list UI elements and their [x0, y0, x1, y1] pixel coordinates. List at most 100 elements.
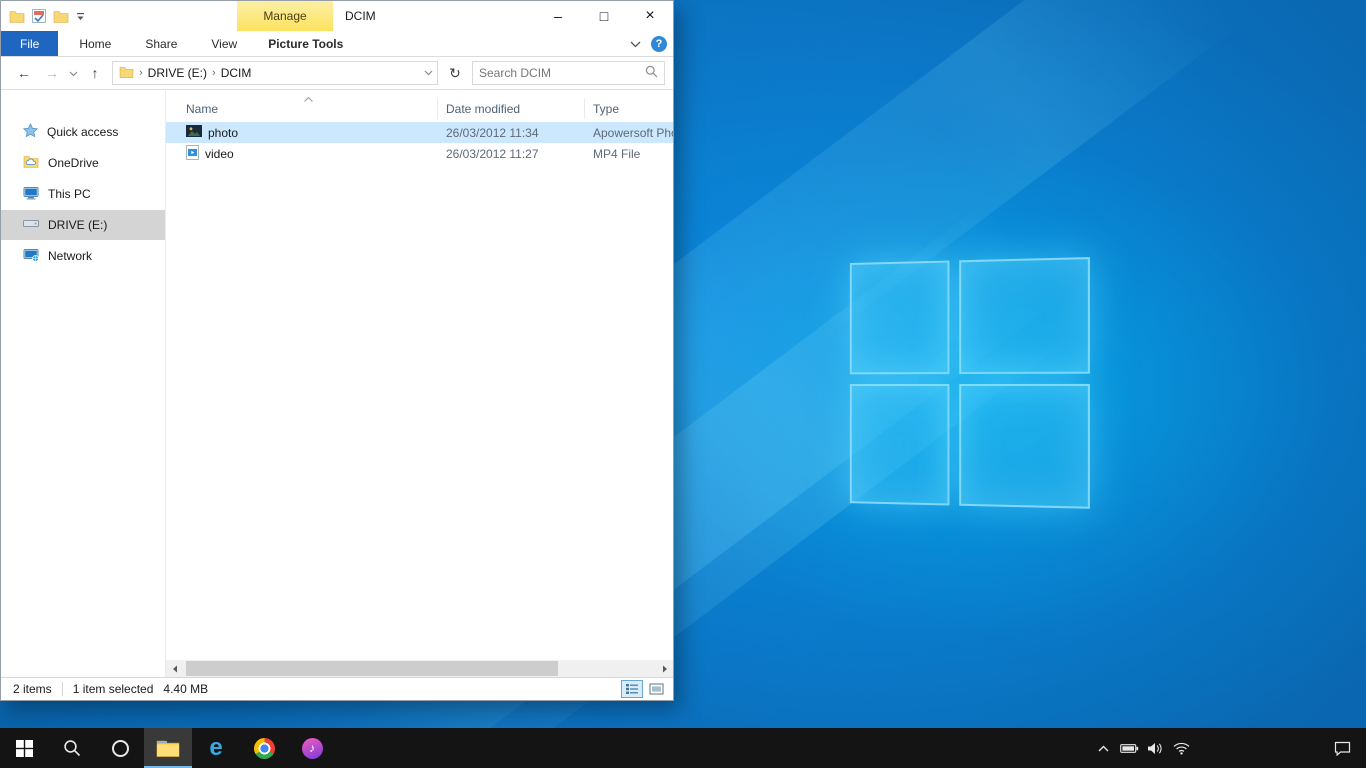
windows-logo-pane: [959, 384, 1090, 509]
breadcrumb-drive[interactable]: DRIVE (E:): [148, 66, 207, 80]
tab-home[interactable]: Home: [62, 31, 128, 56]
chrome-button[interactable]: [240, 728, 288, 768]
file-name: video: [205, 147, 234, 161]
taskbar-search-button[interactable]: [48, 728, 96, 768]
status-divider: [62, 682, 63, 696]
caption-buttons: – □ ×: [535, 1, 673, 31]
show-hidden-icons-button[interactable]: [1090, 728, 1116, 768]
star-icon: [23, 123, 38, 141]
action-center-button[interactable]: [1322, 728, 1362, 768]
ribbon-tabs: File Home Share View Picture Tools ?: [1, 31, 673, 57]
scrollbar-thumb[interactable]: [186, 661, 558, 676]
sidebar-item-label: DRIVE (E:): [48, 218, 107, 232]
file-type: Apowersoft Photo: [585, 126, 673, 140]
wifi-icon[interactable]: [1168, 728, 1194, 768]
volume-icon[interactable]: [1142, 728, 1168, 768]
sidebar-item-this-pc[interactable]: This PC: [1, 179, 165, 209]
itunes-button[interactable]: ♪: [288, 728, 336, 768]
properties-icon[interactable]: [32, 9, 46, 23]
view-toggles: [621, 680, 667, 698]
window-body: Quick access OneDrive This PC DRIVE (E:): [1, 90, 673, 677]
windows-logo-pane: [959, 257, 1090, 374]
column-header-name[interactable]: Name: [166, 99, 438, 119]
address-bar[interactable]: › DRIVE (E:) › DCIM: [112, 61, 438, 85]
window-title: DCIM: [345, 1, 376, 31]
help-button[interactable]: ?: [651, 36, 667, 52]
column-header-type[interactable]: Type: [585, 99, 673, 119]
file-date-modified: 26/03/2012 11:34: [438, 126, 585, 140]
up-button[interactable]: ↑: [84, 65, 106, 81]
location-folder-icon: [119, 66, 134, 81]
recent-locations-chevron-icon[interactable]: [69, 66, 78, 80]
start-button[interactable]: [0, 728, 48, 768]
chrome-icon: [254, 738, 275, 759]
sidebar-item-network[interactable]: Network: [1, 241, 165, 271]
sort-ascending-icon[interactable]: [304, 91, 313, 105]
tab-file[interactable]: File: [1, 31, 58, 56]
address-bar-row: ← → ↑ › DRIVE (E:) › DCIM ↻: [1, 57, 673, 90]
tab-share[interactable]: Share: [128, 31, 194, 56]
video-file-icon: [186, 145, 199, 163]
sidebar-item-label: Quick access: [47, 125, 118, 139]
taskbar: e ♪: [0, 728, 1366, 768]
edge-icon: e: [209, 736, 222, 760]
details-view-button[interactable]: [621, 680, 643, 698]
tab-picture-tools[interactable]: Picture Tools: [256, 31, 355, 56]
windows-logo-pane: [850, 261, 950, 375]
sidebar-item-onedrive[interactable]: OneDrive: [1, 148, 165, 178]
sidebar-item-label: OneDrive: [48, 156, 99, 170]
maximize-button[interactable]: □: [581, 1, 627, 31]
windows-logo: [850, 257, 1098, 517]
address-dropdown-chevron-icon[interactable]: [424, 70, 433, 76]
drive-icon: [23, 218, 39, 232]
status-bar: 2 items 1 item selected 4.40 MB: [1, 677, 673, 700]
sidebar-item-label: Network: [48, 249, 92, 263]
music-note-glyph: ♪: [309, 741, 315, 755]
tab-view[interactable]: View: [194, 31, 254, 56]
title-bar: Manage DCIM – □ ×: [1, 1, 673, 31]
search-icon[interactable]: [645, 65, 658, 81]
expand-ribbon-chevron-icon[interactable]: [630, 37, 641, 51]
file-row-photo[interactable]: photo 26/03/2012 11:34 Apowersoft Photo: [166, 122, 673, 143]
folder-icon[interactable]: [9, 10, 25, 23]
battery-icon[interactable]: [1116, 728, 1142, 768]
network-icon: [23, 248, 39, 265]
refresh-button[interactable]: ↻: [444, 65, 466, 82]
file-date-modified: 26/03/2012 11:27: [438, 147, 585, 161]
items-count: 2 items: [13, 682, 52, 696]
file-name: photo: [208, 126, 238, 140]
scrollbar-track[interactable]: [183, 660, 656, 677]
cortana-button[interactable]: [96, 728, 144, 768]
close-button[interactable]: ×: [627, 1, 673, 31]
navigation-pane: Quick access OneDrive This PC DRIVE (E:): [1, 90, 166, 677]
quick-access-toolbar: [1, 9, 85, 23]
file-explorer-icon: [156, 739, 180, 758]
system-tray: [1090, 728, 1366, 768]
scroll-right-arrow-icon[interactable]: [656, 660, 673, 677]
onedrive-folder-icon: [23, 155, 39, 171]
horizontal-scrollbar[interactable]: [166, 660, 673, 677]
new-folder-icon[interactable]: [53, 10, 69, 23]
file-type: MP4 File: [585, 147, 673, 161]
taskbar-file-explorer-button[interactable]: [144, 728, 192, 768]
large-icons-view-button[interactable]: [645, 680, 667, 698]
forward-button[interactable]: →: [41, 65, 63, 81]
manage-group-label: Manage: [237, 1, 333, 31]
search-input[interactable]: [479, 66, 645, 80]
sidebar-item-quick-access[interactable]: Quick access: [1, 117, 165, 147]
photo-thumbnail-icon: [186, 125, 202, 140]
column-headers: Name Date modified Type: [166, 96, 673, 122]
search-box: [472, 61, 665, 85]
minimize-button[interactable]: –: [535, 1, 581, 31]
cortana-circle-icon: [112, 740, 129, 757]
file-list-pane: Name Date modified Type photo 26/03/2012…: [166, 90, 673, 677]
customize-toolbar-chevron-icon[interactable]: [76, 12, 85, 21]
column-header-date-modified[interactable]: Date modified: [438, 99, 585, 119]
edge-button[interactable]: e: [192, 728, 240, 768]
breadcrumb-dcim[interactable]: DCIM: [221, 66, 252, 80]
scroll-left-arrow-icon[interactable]: [166, 660, 183, 677]
breadcrumb-separator-icon: ›: [139, 67, 143, 79]
sidebar-item-drive-e[interactable]: DRIVE (E:): [1, 210, 165, 240]
file-row-video[interactable]: video 26/03/2012 11:27 MP4 File: [166, 143, 673, 164]
back-button[interactable]: ←: [13, 65, 35, 81]
